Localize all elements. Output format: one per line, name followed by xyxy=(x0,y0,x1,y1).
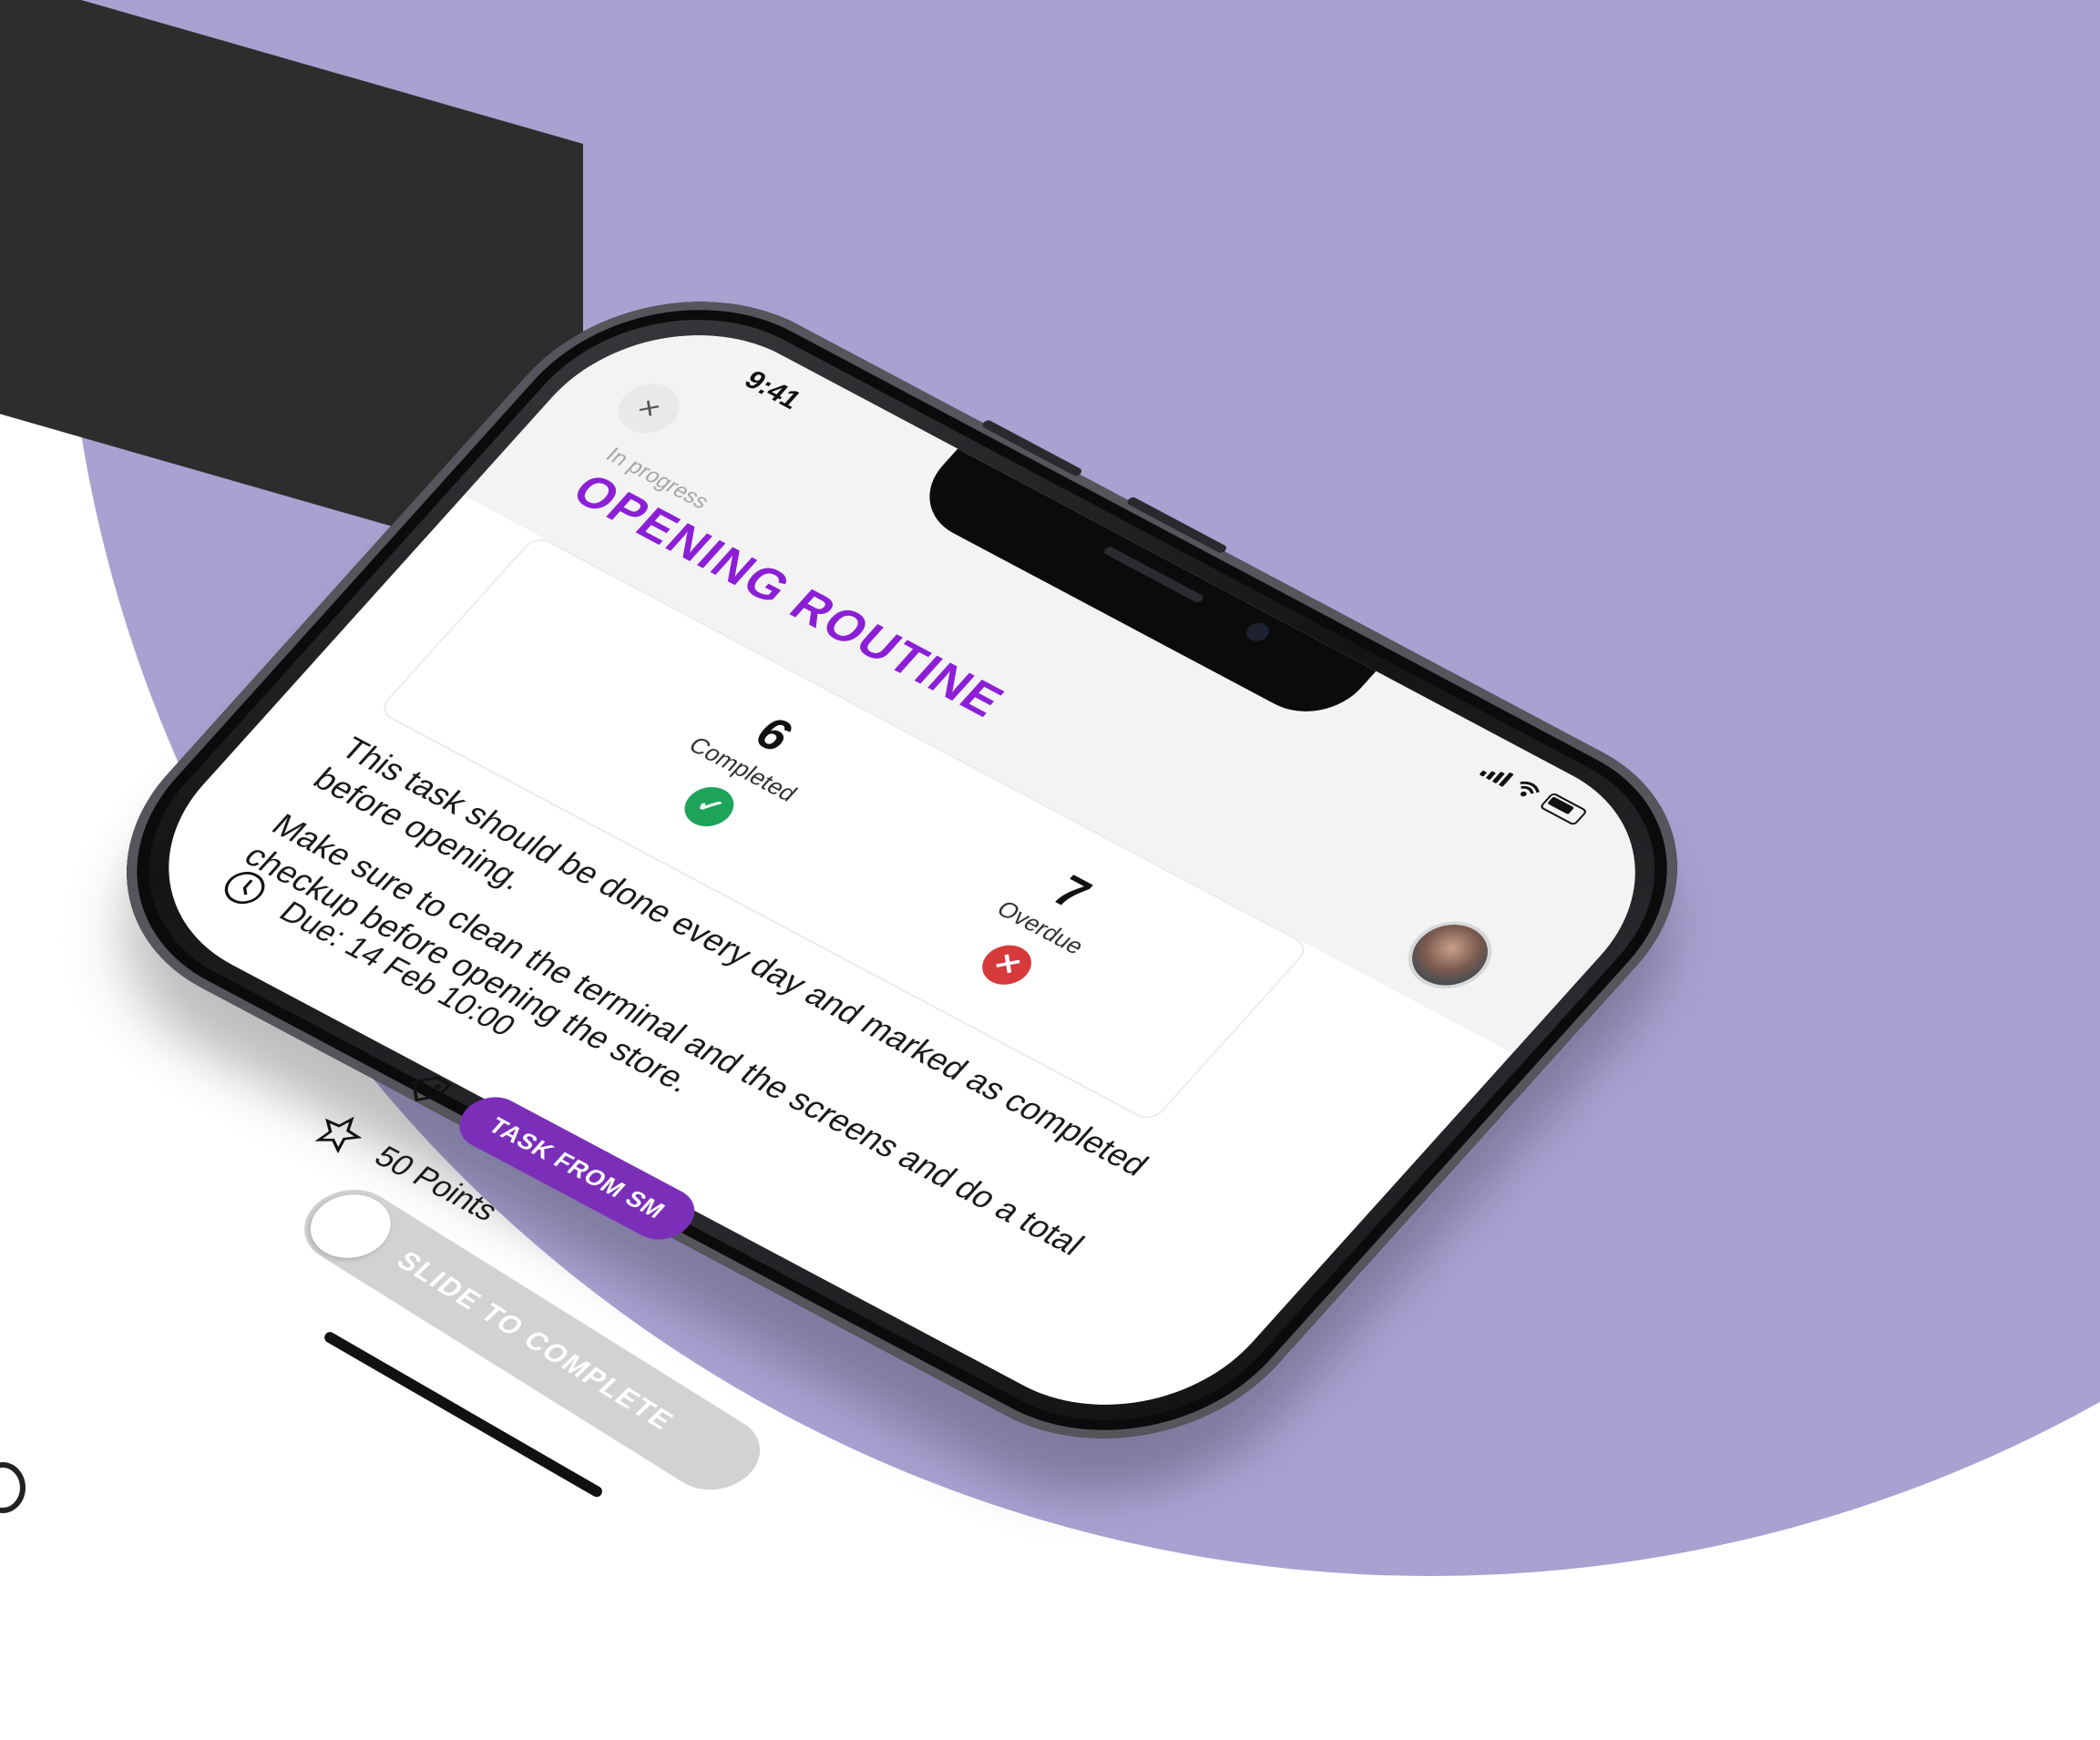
speaker-grille xyxy=(1101,545,1205,604)
close-icon: × xyxy=(629,391,670,426)
stat-overdue: 7 Overdue ✕ xyxy=(911,829,1171,1024)
cross-icon: ✕ xyxy=(972,937,1041,992)
marketing-stage: 9:41 × In progress OPENING ROUTINE 6 Com… xyxy=(0,0,2100,1740)
check-icon: ✓ xyxy=(674,779,744,834)
decorative-edge-mark xyxy=(0,1462,26,1513)
front-camera xyxy=(1242,619,1274,645)
stat-completed: 6 Completed ✓ xyxy=(614,671,874,866)
